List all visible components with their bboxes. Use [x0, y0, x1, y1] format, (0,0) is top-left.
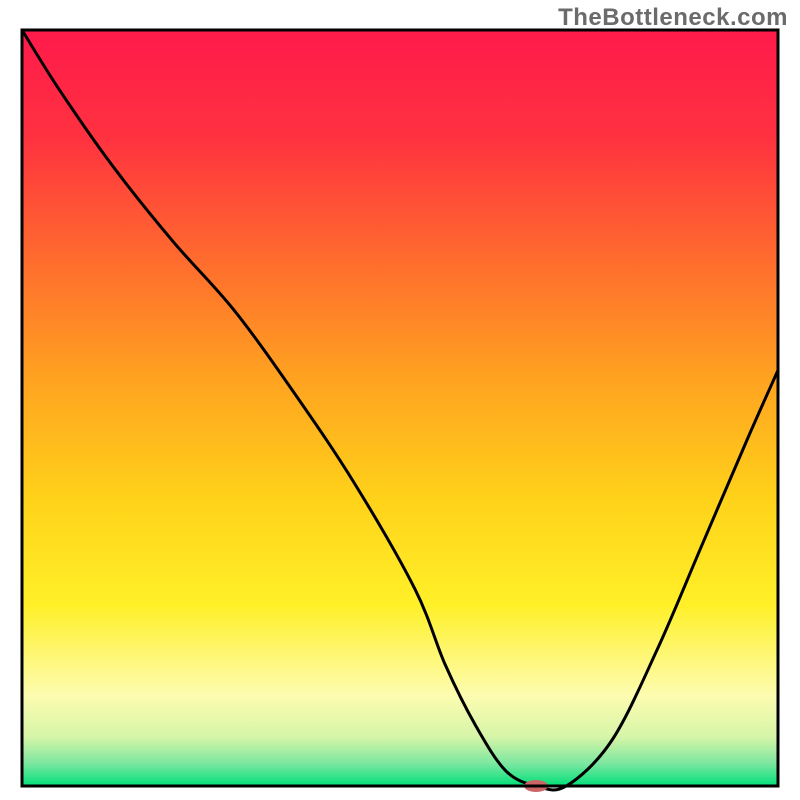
chart-container: TheBottleneck.com [0, 0, 800, 800]
bottleneck-chart [0, 0, 800, 800]
gradient-background [22, 30, 778, 786]
